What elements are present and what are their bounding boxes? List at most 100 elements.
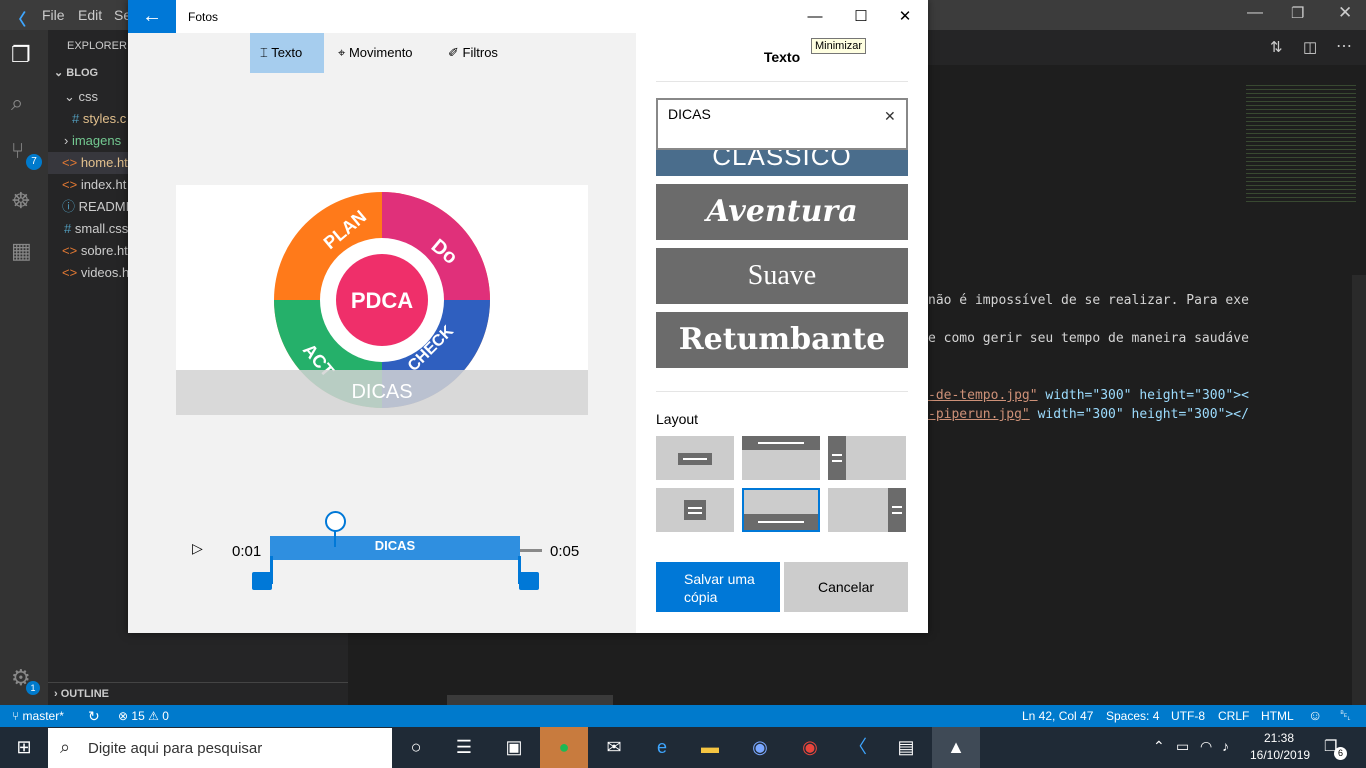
taskbar-search[interactable]: ⌕ Digite aqui para pesquisar xyxy=(48,728,392,768)
encoding[interactable]: UTF-8 xyxy=(1171,709,1205,723)
chrome-alt-icon[interactable]: ◉ xyxy=(736,727,784,768)
layout-left[interactable] xyxy=(828,436,906,480)
text-input-value: DICAS xyxy=(668,106,711,122)
outline-label: OUTLINE xyxy=(60,688,110,700)
mail-icon[interactable]: ✉ xyxy=(590,727,638,768)
spotify-icon[interactable]: ● xyxy=(540,727,588,768)
branch-indicator[interactable]: ⑂ master* xyxy=(12,709,64,723)
vs-close-icon[interactable]: ✕ xyxy=(1338,3,1352,23)
source-control-icon[interactable]: ⑂ xyxy=(11,138,24,164)
explorer-icon[interactable]: ❐ xyxy=(11,42,31,68)
debug-icon[interactable]: ☸ xyxy=(11,188,31,214)
indentation[interactable]: Spaces: 4 xyxy=(1106,709,1159,723)
style-classico[interactable]: CLÁSSICO xyxy=(656,148,908,176)
cortana-icon[interactable]: ○ xyxy=(392,727,440,768)
layout-bottom-selected[interactable] xyxy=(742,488,820,532)
photos-window: ← Fotos — ☐ ✕ ⌶ Texto ⌖ Movimento ✐ Filt… xyxy=(128,0,928,633)
tree-item-styles[interactable]: # styles.c xyxy=(72,108,126,130)
windows-start-icon[interactable]: ⊞ xyxy=(0,727,48,768)
tree-label: sobre.ht xyxy=(80,243,128,258)
text-clip-bar[interactable]: DICAS xyxy=(270,536,520,560)
tree-label: READMI xyxy=(78,199,130,214)
code-line: e como gerir seu tempo de maneira saudáv… xyxy=(928,331,1249,346)
sync-icon[interactable]: ↻ xyxy=(88,708,100,725)
save-copy-button[interactable]: Salvar uma cópia xyxy=(656,562,780,612)
feedback-smiley-icon[interactable]: ☺ xyxy=(1308,707,1322,723)
filter-brush-icon: ✐ xyxy=(448,45,459,60)
tree-label: index.ht xyxy=(80,177,127,192)
play-icon[interactable]: ▷ xyxy=(192,540,203,557)
minimap[interactable] xyxy=(1246,85,1356,205)
edge-icon[interactable]: e xyxy=(638,727,686,768)
html-file-icon: <> xyxy=(62,243,78,258)
minimize-button[interactable]: — xyxy=(792,0,838,33)
cancel-button[interactable]: Cancelar xyxy=(784,562,908,612)
activity-bar: ❐ ⌕ ⑂ 7 ☸ ▦ ⚙ 1 xyxy=(0,30,48,705)
tree-item-index[interactable]: <> index.ht xyxy=(62,174,126,196)
back-arrow-icon[interactable]: ← xyxy=(128,0,176,33)
outline-section[interactable]: › OUTLINE xyxy=(48,682,348,705)
status-bar: ⑂ master* ↻ ⊗ 15 ⚠ 0 Ln 42, Col 47 Space… xyxy=(0,705,1366,727)
language-mode[interactable]: HTML xyxy=(1261,709,1294,723)
layout-center[interactable] xyxy=(656,436,734,480)
vs-minimize-icon[interactable]: — xyxy=(1247,4,1263,22)
maximize-button[interactable]: ☐ xyxy=(838,0,884,33)
tree-item-css[interactable]: ⌄ css xyxy=(64,86,98,108)
trim-handle-right[interactable] xyxy=(519,572,539,590)
vertical-scrollbar[interactable] xyxy=(1352,275,1366,705)
layout-top[interactable] xyxy=(742,436,820,480)
tab-texto[interactable]: ⌶ Texto xyxy=(250,33,324,73)
code-string: -de-tempo.jpg" xyxy=(928,388,1038,403)
layout-right[interactable] xyxy=(828,488,906,532)
tree-item-small[interactable]: # small.css xyxy=(64,218,128,240)
compare-icon[interactable]: ⇅ xyxy=(1270,38,1283,56)
problems-indicator[interactable]: ⊗ 15 ⚠ 0 xyxy=(118,709,169,723)
photos-taskbar-icon[interactable]: ▲ xyxy=(932,727,980,768)
pdca-center-label: PDCA xyxy=(351,288,413,313)
file-explorer-icon[interactable]: ▬ xyxy=(686,727,734,768)
close-button[interactable]: ✕ xyxy=(882,0,928,33)
cursor-position[interactable]: Ln 42, Col 47 xyxy=(1022,709,1093,723)
store-icon[interactable]: ▣ xyxy=(490,727,538,768)
tree-item-sobre[interactable]: <> sobre.ht xyxy=(62,240,128,262)
code-line: -piperun.jpg" width="300" height="300"><… xyxy=(928,407,1249,422)
task-view-icon[interactable]: ☰ xyxy=(440,727,488,768)
tree-label: styles.c xyxy=(82,111,127,126)
menu-edit[interactable]: Edit xyxy=(78,7,102,23)
tab-movimento[interactable]: ⌖ Movimento xyxy=(328,33,423,73)
tree-item-readme[interactable]: ⓘ READMI xyxy=(62,196,129,218)
wifi-icon[interactable]: ◠ xyxy=(1200,738,1212,755)
clock-date[interactable]: 16/10/2019 xyxy=(1250,748,1310,762)
menu-file[interactable]: File xyxy=(42,7,65,23)
more-actions-icon[interactable]: ⋯ xyxy=(1336,36,1352,56)
clock-time[interactable]: 21:38 xyxy=(1264,731,1294,745)
tree-item-imagens[interactable]: › imagens xyxy=(64,130,121,152)
scm-badge: 7 xyxy=(26,154,42,170)
split-editor-icon[interactable]: ◫ xyxy=(1303,38,1317,56)
extensions-icon[interactable]: ▦ xyxy=(11,238,32,264)
vs-restore-icon[interactable]: ❐ xyxy=(1291,4,1304,22)
battery-icon[interactable]: ▭ xyxy=(1176,738,1189,755)
style-aventura[interactable]: Aventura xyxy=(656,184,908,240)
search-icon[interactable]: ⌕ xyxy=(11,90,23,116)
tab-filtros[interactable]: ✐ Filtros xyxy=(438,33,508,73)
end-of-line[interactable]: CRLF xyxy=(1218,709,1249,723)
style-suave[interactable]: Suave xyxy=(656,248,908,304)
tree-item-videos[interactable]: <> videos.h xyxy=(62,262,129,284)
playhead-handle[interactable] xyxy=(325,511,346,532)
chevron-up-icon[interactable]: ⌃ xyxy=(1153,738,1165,755)
trim-handle-left[interactable] xyxy=(252,572,272,590)
remote-desktop-icon[interactable]: ▤ xyxy=(882,727,930,768)
layout-center-small[interactable] xyxy=(656,488,734,532)
text-input[interactable]: DICAS ✕ xyxy=(656,98,908,150)
tree-label: imagens xyxy=(71,133,122,148)
volume-icon[interactable]: ♪ xyxy=(1222,738,1229,754)
vscode-taskbar-icon[interactable]: 〈 xyxy=(834,727,882,768)
folder-blog[interactable]: ⌄ BLOG xyxy=(54,66,98,79)
chrome-icon[interactable]: ◉ xyxy=(786,727,834,768)
bell-icon[interactable]: ␇ xyxy=(1340,707,1351,724)
clear-text-icon[interactable]: ✕ xyxy=(884,108,896,125)
horizontal-scrollbar[interactable] xyxy=(447,695,613,705)
caption-overlay[interactable]: DICAS xyxy=(176,370,588,415)
style-retumbante[interactable]: Retumbante xyxy=(656,312,908,368)
